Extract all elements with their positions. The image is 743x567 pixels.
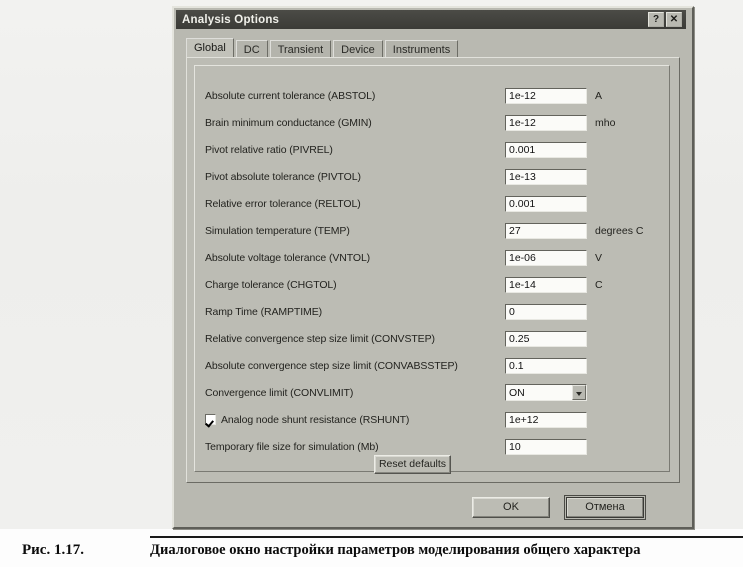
ramptime-input[interactable]: 0 (505, 303, 587, 320)
rshunt-input[interactable]: 1e+12 (505, 411, 587, 428)
row-label: Absolute current tolerance (ABSTOL) (205, 89, 376, 102)
row-label: Relative convergence step size limit (CO… (205, 332, 435, 345)
convabsstep-input[interactable]: 0.1 (505, 357, 587, 374)
convlimit-select[interactable]: ON (505, 384, 587, 401)
option-row: Charge tolerance (CHGTOL) 1e-14 C (205, 275, 660, 294)
tab-global[interactable]: Global (186, 38, 234, 58)
scanned-page: Analysis Options ? ✕ Global DC Transient… (0, 0, 743, 567)
option-row: Pivot absolute tolerance (PIVTOL) 1e-13 (205, 167, 660, 186)
reltol-input[interactable]: 0.001 (505, 195, 587, 212)
figure-number: Рис. 1.17. (22, 542, 84, 558)
option-row: Analog node shunt resistance (RSHUNT) 1e… (205, 410, 660, 429)
row-label: Relative error tolerance (RELTOL) (205, 197, 361, 210)
row-unit: V (595, 251, 603, 264)
row-label: Convergence limit (CONVLIMIT) (205, 386, 354, 399)
row-label: Analog node shunt resistance (RSHUNT) (221, 413, 410, 426)
option-row: Pivot relative ratio (PIVREL) 0.001 (205, 140, 660, 159)
dialog-titlebar: Analysis Options ? ✕ (176, 10, 686, 29)
figure-caption-text: Диалоговое окно настройки параметров мод… (150, 542, 641, 558)
option-row: Absolute voltage tolerance (VNTOL) 1e-06… (205, 248, 660, 267)
option-row: Simulation temperature (TEMP) 27 degrees… (205, 221, 660, 240)
titlebar-buttons: ? ✕ (648, 12, 684, 27)
vntol-input[interactable]: 1e-06 (505, 249, 587, 266)
row-label: Pivot relative ratio (PIVREL) (205, 143, 333, 156)
row-unit: C (595, 278, 603, 291)
dialog-title: Analysis Options (182, 13, 280, 26)
row-label: Pivot absolute tolerance (PIVTOL) (205, 170, 361, 183)
cancel-button[interactable]: Отмена (564, 495, 646, 520)
option-row: Convergence limit (CONVLIMIT) ON (205, 383, 660, 402)
temp-input[interactable]: 27 (505, 222, 587, 239)
row-unit: A (595, 89, 603, 102)
tempfile-size-input[interactable]: 10 (505, 438, 587, 455)
row-label: Absolute convergence step size limit (CO… (205, 359, 458, 372)
row-label: Brain minimum conductance (GMIN) (205, 116, 372, 129)
pivtol-input[interactable]: 1e-13 (505, 168, 587, 185)
pivrel-input[interactable]: 0.001 (505, 141, 587, 158)
gmin-input[interactable]: 1e-12 (505, 114, 587, 131)
row-label: Simulation temperature (TEMP) (205, 224, 350, 237)
tab-page-global: Absolute current tolerance (ABSTOL) 1e-1… (186, 57, 680, 483)
row-unit: mho (595, 116, 616, 129)
close-icon[interactable]: ✕ (666, 12, 682, 27)
tab-instruments[interactable]: Instruments (384, 40, 459, 58)
tab-transient[interactable]: Transient (269, 40, 332, 58)
row-label: Charge tolerance (CHGTOL) (205, 278, 337, 291)
chgtol-input[interactable]: 1e-14 (505, 276, 587, 293)
tab-dc[interactable]: DC (235, 40, 268, 58)
abstol-input[interactable]: 1e-12 (505, 87, 587, 104)
caption-rule (150, 536, 743, 538)
analysis-options-dialog: Analysis Options ? ✕ Global DC Transient… (172, 6, 694, 529)
row-label: Absolute voltage tolerance (VNTOL) (205, 251, 371, 264)
option-row: Absolute current tolerance (ABSTOL) 1e-1… (205, 86, 660, 105)
option-row: Relative error tolerance (RELTOL) 0.001 (205, 194, 660, 213)
ok-button[interactable]: OK (472, 497, 550, 518)
option-row: Ramp Time (RAMPTIME) 0 (205, 302, 660, 321)
option-row: Brain minimum conductance (GMIN) 1e-12 m… (205, 113, 660, 132)
tab-device[interactable]: Device (333, 40, 383, 58)
convstep-input[interactable]: 0.25 (505, 330, 587, 347)
rshunt-checkbox[interactable] (205, 414, 216, 425)
row-label: Temporary file size for simulation (Mb) (205, 440, 379, 453)
row-unit: degrees C (595, 224, 644, 237)
help-icon[interactable]: ? (648, 12, 664, 27)
convlimit-value: ON (509, 386, 525, 399)
figure-caption: Рис. 1.17. Диалоговое окно настройки пар… (0, 536, 743, 567)
row-label: Ramp Time (RAMPTIME) (205, 305, 323, 318)
reset-defaults-button[interactable]: Reset defaults (374, 455, 451, 474)
tab-strip: Global DC Transient Device Instruments (186, 38, 678, 58)
option-row: Absolute convergence step size limit (CO… (205, 356, 660, 375)
option-row: Temporary file size for simulation (Mb) … (205, 437, 660, 456)
chevron-down-icon[interactable] (572, 385, 586, 400)
option-row: Relative convergence step size limit (CO… (205, 329, 660, 348)
